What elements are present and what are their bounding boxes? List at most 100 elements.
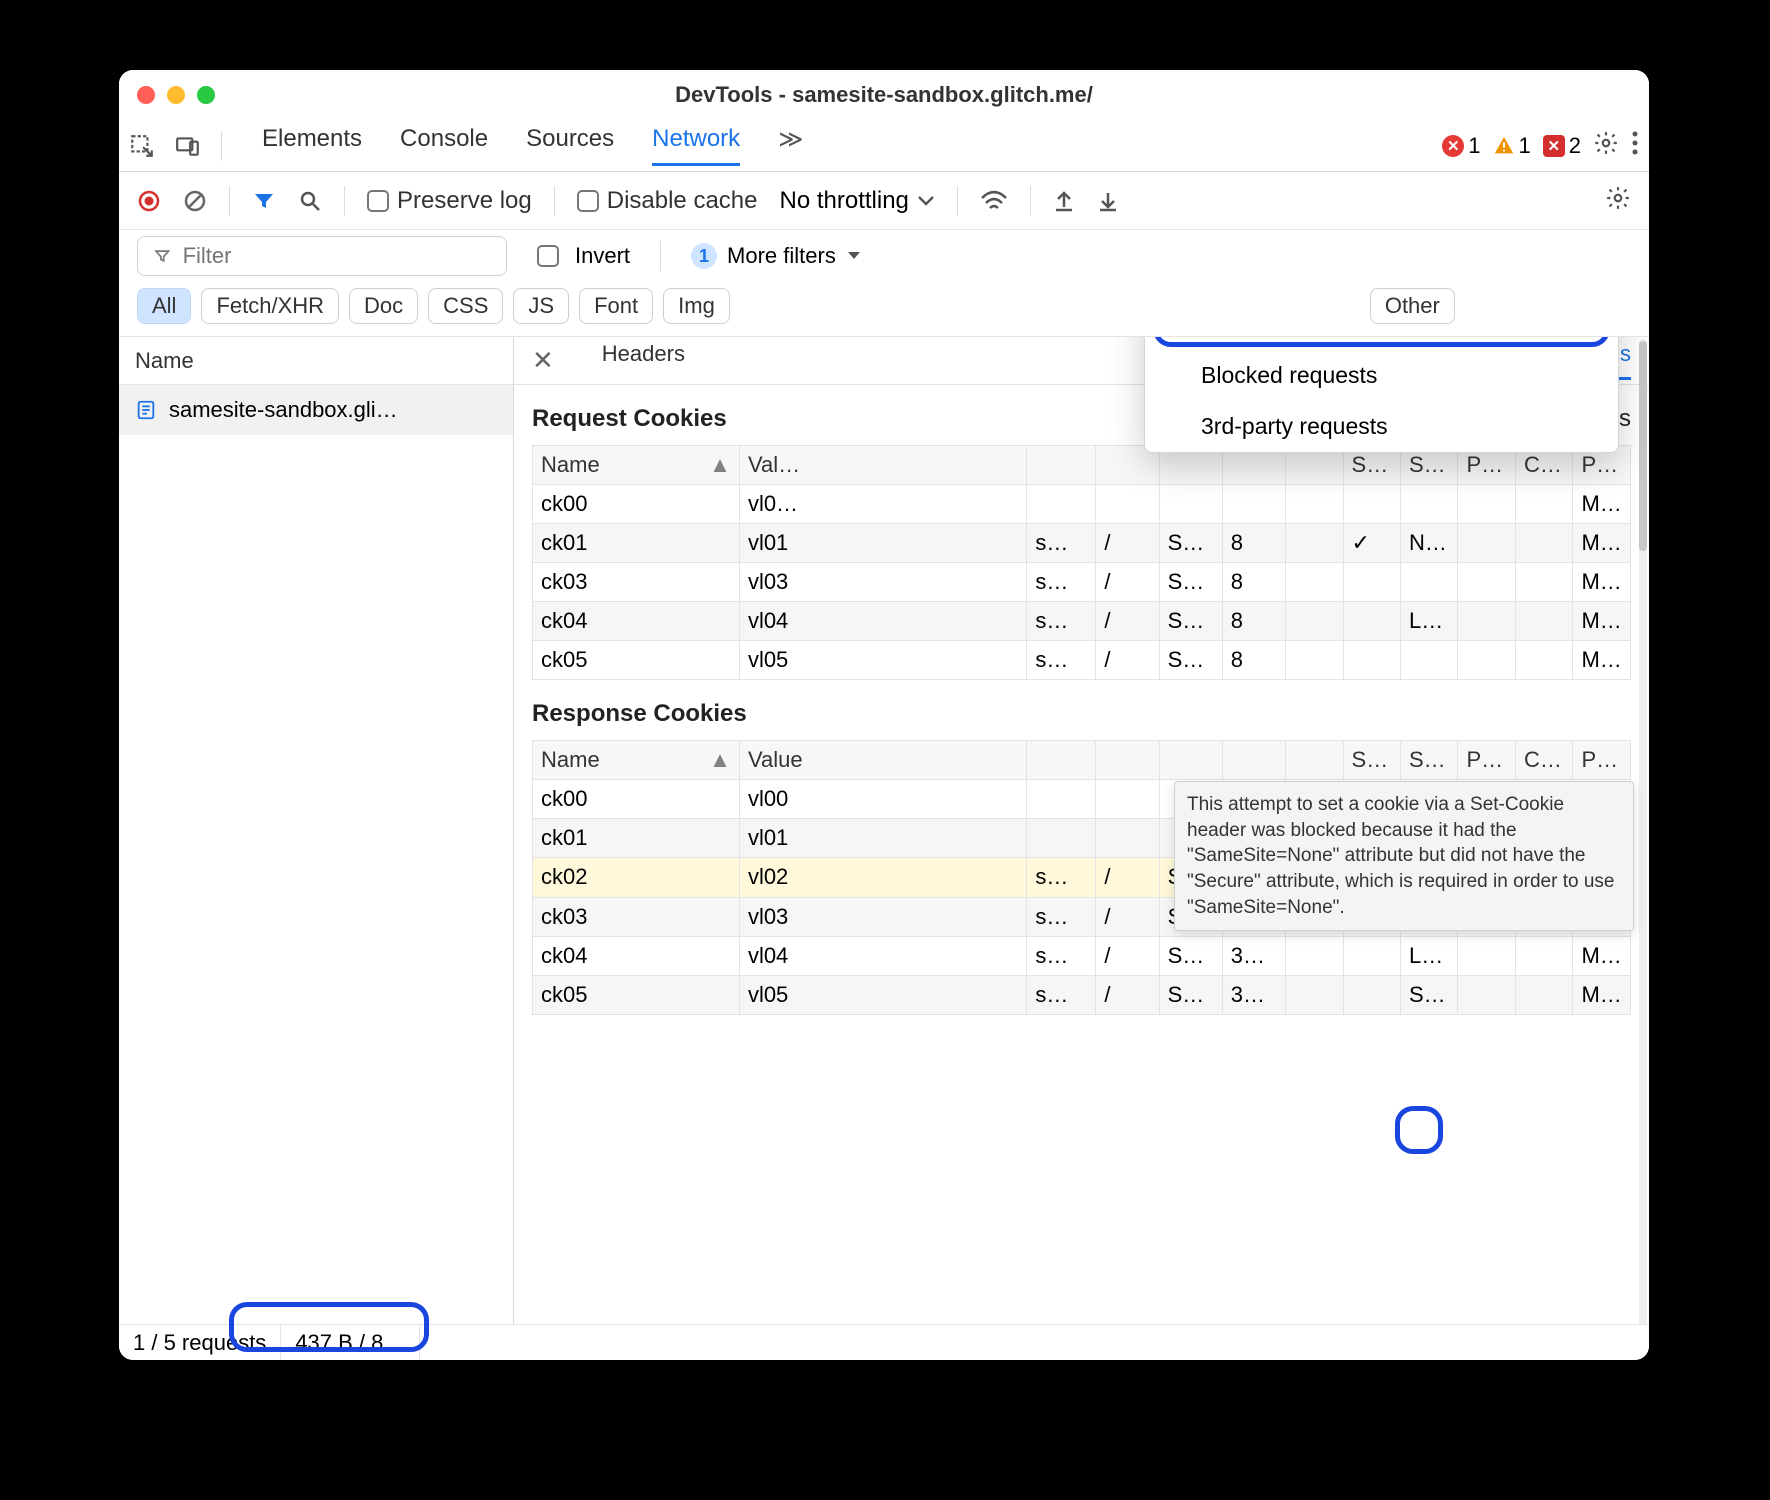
table-cell bbox=[1343, 641, 1400, 680]
table-cell: 8 bbox=[1222, 524, 1285, 563]
error-icon: ✕ bbox=[1442, 135, 1464, 157]
table-cell bbox=[1286, 641, 1343, 680]
error-indicator[interactable]: ✕ 1 bbox=[1442, 133, 1480, 159]
clear-icon[interactable] bbox=[183, 189, 207, 213]
table-header[interactable]: S… bbox=[1401, 741, 1458, 780]
table-cell: L… bbox=[1401, 936, 1458, 975]
minimize-icon[interactable] bbox=[167, 86, 185, 104]
filter-input-wrap[interactable] bbox=[137, 236, 507, 276]
table-cell bbox=[1343, 602, 1400, 641]
table-header[interactable]: Value bbox=[739, 741, 1026, 780]
table-cell: S… bbox=[1159, 524, 1222, 563]
table-cell bbox=[1401, 641, 1458, 680]
table-header[interactable]: C… bbox=[1515, 741, 1572, 780]
chip-js[interactable]: JS bbox=[513, 288, 569, 324]
filter-icon[interactable] bbox=[252, 189, 276, 213]
table-header[interactable]: Name▲ bbox=[533, 446, 740, 485]
table-cell: 8 bbox=[1222, 602, 1285, 641]
name-column-header[interactable]: Name bbox=[119, 337, 513, 385]
settings-icon[interactable] bbox=[1593, 130, 1619, 161]
table-header[interactable]: P… bbox=[1458, 741, 1515, 780]
table-header[interactable]: Val… bbox=[739, 446, 1026, 485]
table-header[interactable] bbox=[1027, 741, 1096, 780]
table-row[interactable]: ck04vl04s…/S…3…L…M… bbox=[533, 936, 1631, 975]
tab-network[interactable]: Network bbox=[652, 125, 740, 166]
more-tabs-icon[interactable]: ≫ bbox=[778, 125, 803, 167]
table-cell: M… bbox=[1573, 563, 1631, 602]
table-cell bbox=[1027, 780, 1096, 819]
table-header[interactable] bbox=[1222, 741, 1285, 780]
table-row[interactable]: ck05vl05s…/S…3…S…M… bbox=[533, 975, 1631, 1014]
search-icon[interactable] bbox=[298, 189, 322, 213]
table-row[interactable]: ck01vl01s…/S…8✓N…M… bbox=[533, 524, 1631, 563]
chip-doc[interactable]: Doc bbox=[349, 288, 418, 324]
close-icon[interactable] bbox=[137, 86, 155, 104]
tab-elements[interactable]: Elements bbox=[262, 125, 362, 166]
detail-tab-headers[interactable]: Headers bbox=[602, 341, 685, 380]
table-row[interactable]: ck04vl04s…/S…8L…M… bbox=[533, 602, 1631, 641]
scrollbar[interactable] bbox=[1639, 339, 1647, 1326]
table-cell: s… bbox=[1027, 563, 1096, 602]
table-cell: / bbox=[1096, 641, 1159, 680]
table-row[interactable]: ck00vl0…M… bbox=[533, 485, 1631, 524]
table-cell: vl02 bbox=[739, 858, 1026, 898]
menu-item[interactable]: Blocked requests bbox=[1145, 350, 1618, 401]
invert-checkbox[interactable]: Invert bbox=[537, 243, 630, 269]
request-name: samesite-sandbox.gli… bbox=[169, 397, 398, 423]
kebab-icon[interactable] bbox=[1631, 130, 1639, 161]
chip-css[interactable]: CSS bbox=[428, 288, 503, 324]
inspector-icon[interactable] bbox=[129, 133, 155, 159]
table-cell: ck05 bbox=[533, 641, 740, 680]
table-header[interactable]: Name▲ bbox=[533, 741, 740, 780]
table-header[interactable] bbox=[1286, 741, 1343, 780]
table-cell: vl05 bbox=[739, 975, 1026, 1014]
chip-fetch-xhr[interactable]: Fetch/XHR bbox=[201, 288, 339, 324]
table-row[interactable]: ck03vl03s…/S…8M… bbox=[533, 563, 1631, 602]
network-settings-icon[interactable] bbox=[1605, 185, 1631, 216]
download-har-icon[interactable] bbox=[1097, 189, 1119, 213]
tab-sources[interactable]: Sources bbox=[526, 125, 614, 166]
table-header[interactable] bbox=[1096, 741, 1159, 780]
table-header[interactable] bbox=[1027, 446, 1096, 485]
menu-item[interactable]: 3rd-party requests bbox=[1145, 401, 1618, 452]
preserve-log-checkbox[interactable]: Preserve log bbox=[367, 187, 532, 215]
disable-cache-checkbox[interactable]: Disable cache bbox=[577, 187, 758, 215]
tab-console[interactable]: Console bbox=[400, 125, 488, 166]
transferred-cell[interactable]: 437 B / 8… bbox=[281, 1325, 420, 1360]
filter-input[interactable] bbox=[181, 242, 490, 270]
more-filters-button[interactable]: 1 More filters bbox=[691, 243, 862, 269]
request-count-cell[interactable]: 1 / 5 requests bbox=[119, 1325, 281, 1360]
table-cell: S… bbox=[1159, 563, 1222, 602]
menu-item[interactable]: ✓Blocked response cookies bbox=[1145, 337, 1618, 350]
table-cell bbox=[1458, 563, 1515, 602]
request-row[interactable]: samesite-sandbox.gli… bbox=[119, 385, 513, 435]
table-cell: / bbox=[1096, 897, 1159, 936]
table-cell: s… bbox=[1027, 524, 1096, 563]
table-cell: vl01 bbox=[739, 524, 1026, 563]
table-cell bbox=[1458, 641, 1515, 680]
table-cell: vl0… bbox=[739, 485, 1026, 524]
table-header[interactable] bbox=[1159, 741, 1222, 780]
warning-indicator[interactable]: 1 bbox=[1493, 133, 1531, 159]
record-icon[interactable] bbox=[137, 189, 161, 213]
table-row[interactable]: ck05vl05s…/S…8M… bbox=[533, 641, 1631, 680]
table-cell: M… bbox=[1573, 975, 1631, 1014]
chip-img[interactable]: Img bbox=[663, 288, 730, 324]
upload-har-icon[interactable] bbox=[1053, 189, 1075, 213]
chip-other[interactable]: Other bbox=[1370, 288, 1455, 324]
fullscreen-icon[interactable] bbox=[197, 86, 215, 104]
table-cell: M… bbox=[1573, 936, 1631, 975]
table-cell: / bbox=[1096, 975, 1159, 1014]
chip-all[interactable]: All bbox=[137, 288, 191, 324]
warning-icon bbox=[1493, 135, 1515, 157]
close-detail-icon[interactable]: ✕ bbox=[532, 345, 554, 376]
device-mode-icon[interactable] bbox=[175, 133, 201, 159]
throttling-select[interactable]: No throttling bbox=[779, 187, 934, 215]
table-header[interactable]: P… bbox=[1573, 741, 1631, 780]
table-header[interactable]: S… bbox=[1343, 741, 1400, 780]
issues-indicator[interactable]: ✕ 2 bbox=[1543, 133, 1581, 159]
table-cell: ck02 bbox=[533, 858, 740, 898]
network-conditions-icon[interactable] bbox=[980, 190, 1008, 212]
scrollbar-thumb[interactable] bbox=[1639, 341, 1647, 551]
chip-font[interactable]: Font bbox=[579, 288, 653, 324]
